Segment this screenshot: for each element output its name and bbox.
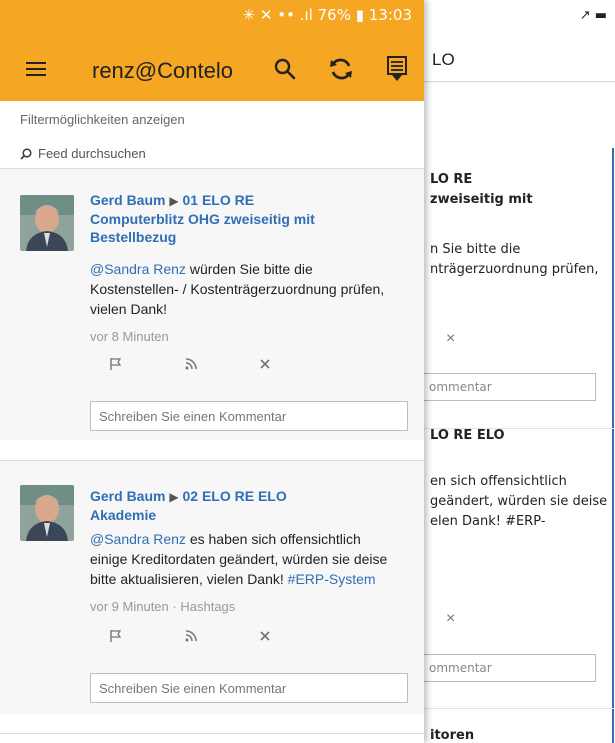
post-target-line2[interactable]: Computerblitz OHG zweiseitig mit <box>90 211 315 227</box>
bg-card2-line3: geändert, würden sie deise <box>430 494 608 509</box>
mention-link[interactable]: @Sandra Renz <box>90 531 186 547</box>
hashtags-link[interactable]: Hashtags <box>180 599 235 614</box>
post-body-text: bitte aktualisieren, vielen Dank! <box>90 571 288 587</box>
bg-card2-comment-input[interactable]: ommentar <box>420 654 596 682</box>
post-body-text: Kostenstellen- / Kostenträgerzuordnung p… <box>90 281 385 297</box>
feed-download-icon[interactable] <box>382 54 412 84</box>
meta-separator: · <box>172 599 177 614</box>
post-body-text: würden Sie bitte die <box>185 261 313 277</box>
bg-card1-comment-input[interactable]: ommentar <box>420 373 596 401</box>
post-timestamp: vor 8 Minuten <box>90 329 169 344</box>
post-body-text: es haben sich offensichtlich <box>185 531 361 547</box>
bg-card2-line4: elen Dank! #ERP- <box>430 514 546 529</box>
refresh-icon[interactable] <box>326 54 356 84</box>
post-meta: vor 9 Minuten · Hashtags <box>90 599 235 614</box>
post-body: @Sandra Renz würden Sie bitte die Kosten… <box>90 259 410 319</box>
ios-status-icons: ↗ ▬ <box>579 8 607 23</box>
close-icon[interactable] <box>255 355 275 373</box>
post-body: @Sandra Renz es haben sich offensichtlic… <box>90 529 410 589</box>
app-title: renz@Contelo <box>92 58 233 83</box>
filter-options-link[interactable]: Filtermöglichkeiten anzeigen <box>20 112 185 127</box>
bg-card2-close-icon[interactable]: × <box>446 610 455 628</box>
arrow-right-icon: ▶ <box>169 194 179 208</box>
post-body-text: vielen Dank! <box>90 301 168 317</box>
post-header[interactable]: Gerd Baum ▶ 01 ELO RE Computerblitz OHG … <box>90 191 390 246</box>
bg-card1-line4: nträgerzuordnung prüfen, <box>430 262 599 277</box>
background-accent-line <box>612 148 614 743</box>
bg-card2-line2: en sich offensichtlich <box>430 474 567 489</box>
post-header[interactable]: Gerd Baum ▶ 02 ELO RE ELO Akademie <box>90 487 390 524</box>
bg-card1-line1: LO RE <box>430 172 473 187</box>
author-avatar[interactable] <box>20 485 74 541</box>
post-target-line3[interactable]: Bestellbezug <box>90 229 176 245</box>
drawer-header: ✳ ✕ •• .ıl 76% ▮ 13:03 renz@Contelo <box>0 0 424 101</box>
post-target[interactable]: 01 ELO RE <box>182 192 254 208</box>
bg-card1-close-icon[interactable]: × <box>446 330 455 348</box>
hashtag-link[interactable]: #ERP-System <box>288 571 376 587</box>
feed-post: Gerd Baum ▶ 01 ELO RE Computerblitz OHG … <box>0 169 424 440</box>
post-author[interactable]: Gerd Baum <box>90 192 165 208</box>
bg-card1-line2: zweiseitig mit <box>430 192 533 207</box>
post-author[interactable]: Gerd Baum <box>90 488 165 504</box>
flag-icon[interactable] <box>106 355 126 373</box>
post-timestamp: vor 9 Minuten <box>90 599 169 614</box>
side-drawer: ✳ ✕ •• .ıl 76% ▮ 13:03 renz@Contelo Filt… <box>0 0 424 743</box>
arrow-right-icon: ▶ <box>169 490 179 504</box>
close-icon[interactable] <box>255 627 275 645</box>
bg-card3-line1: itoren <box>430 728 475 743</box>
rss-feed-icon[interactable] <box>181 627 201 645</box>
search-icon[interactable] <box>270 54 300 84</box>
mention-link[interactable]: @Sandra Renz <box>90 261 186 277</box>
bg-card1-line3: n Sie bitte die <box>430 242 521 257</box>
flag-icon[interactable] <box>106 627 126 645</box>
feed-search-label: Feed durchsuchen <box>38 146 146 161</box>
divider <box>0 733 424 734</box>
hamburger-menu-icon[interactable] <box>26 62 46 76</box>
background-title: LO <box>432 50 455 69</box>
post-target-line2[interactable]: Akademie <box>90 507 156 523</box>
bg-card2-line1: LO RE ELO <box>430 428 505 443</box>
bg-card-separator <box>420 708 615 709</box>
post-body-text: einige Kreditordaten geändert, würden si… <box>90 551 388 567</box>
android-status-bar: ✳ ✕ •• .ıl 76% ▮ 13:03 <box>242 6 412 24</box>
feed-post: Gerd Baum ▶ 02 ELO RE ELO Akademie @Sand… <box>0 461 424 714</box>
post-target[interactable]: 02 ELO RE ELO <box>182 488 286 504</box>
comment-input[interactable]: Schreiben Sie einen Kommentar <box>90 401 408 431</box>
rss-feed-icon[interactable] <box>181 355 201 373</box>
feed-search[interactable]: Feed durchsuchen <box>20 146 146 161</box>
author-avatar[interactable] <box>20 195 74 251</box>
comment-input[interactable]: Schreiben Sie einen Kommentar <box>90 673 408 703</box>
search-small-icon <box>20 147 32 160</box>
